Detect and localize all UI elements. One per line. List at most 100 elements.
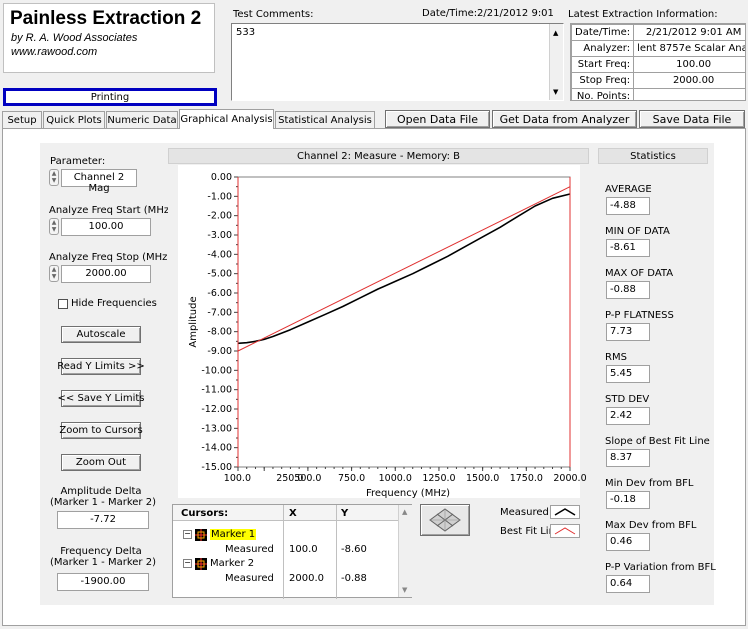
column-divider: [336, 505, 337, 599]
info-row: No. Points:: [571, 88, 745, 100]
test-comments-textarea[interactable]: 533 ▲ ▼: [231, 23, 564, 101]
y-tick-label: -13.00: [201, 423, 232, 434]
amplitude-delta-value: -7.72: [57, 511, 149, 529]
marker1-label[interactable]: Marker 1: [210, 529, 257, 540]
hide-frequencies-checkbox[interactable]: [58, 299, 68, 309]
freq-start-input[interactable]: 100.00: [61, 218, 151, 236]
y-tick-label: -15.00: [201, 462, 232, 473]
frequency-delta-label: Frequency Delta (Marker 1 - Marker 2): [50, 546, 156, 568]
stat-value: -0.18: [606, 491, 650, 509]
x-tick-label: 1000.0: [379, 473, 412, 484]
cursors-scrollbar[interactable]: ▲ ▼: [398, 505, 412, 597]
stat-value: -0.88: [606, 281, 650, 299]
freq-stop-label: Analyze Freq Stop (MHz): [49, 252, 172, 263]
datetime-value: 2/21/2012 9:01: [477, 8, 554, 19]
info-value: lent 8757e Scalar Analyz: [633, 40, 745, 57]
open-data-file-button[interactable]: Open Data File: [385, 110, 490, 128]
statistics-title: Statistics: [630, 150, 676, 162]
chart-title-bar: Channel 2: Measure - Memory: B: [168, 148, 589, 164]
hide-frequencies-label: Hide Frequencies: [71, 298, 157, 309]
cursor-move-button[interactable]: [420, 504, 470, 536]
scroll-down-icon[interactable]: ▼: [402, 586, 407, 594]
marker2-label[interactable]: Marker 2: [210, 558, 254, 569]
stat-label: STD DEV: [605, 394, 650, 405]
y-tick-label: -8.00: [207, 327, 232, 338]
save-data-file-button[interactable]: Save Data File: [639, 110, 745, 128]
measured1-label: Measured: [225, 544, 274, 555]
x-tick-label: 1500.0: [466, 473, 499, 484]
stat-label: RMS: [605, 352, 627, 363]
y-tick-label: -2.00: [207, 211, 232, 222]
y-tick-label: -4.00: [207, 249, 232, 260]
stat-label: MAX OF DATA: [605, 268, 674, 279]
info-label: Date/Time:: [571, 24, 635, 41]
freq-stop-spinner[interactable]: ▲ ▼: [49, 265, 59, 282]
legend-bestfit-swatch: [550, 524, 580, 538]
column-divider: [283, 505, 284, 599]
y-tick-label: -9.00: [207, 346, 232, 357]
info-row: Stop Freq: 2000.00: [571, 72, 745, 89]
parameter-spinner[interactable]: ▲ ▼: [49, 169, 59, 186]
scroll-up-icon[interactable]: ▲: [402, 508, 407, 516]
zoom-out-button[interactable]: Zoom Out: [61, 454, 141, 471]
info-label: No. Points:: [571, 88, 635, 100]
stat-label: Slope of Best Fit Line: [605, 436, 710, 447]
status-text: Printing: [90, 91, 130, 103]
scroll-down-icon[interactable]: ▼: [553, 88, 558, 96]
app-byline: by R. A. Wood Associates: [11, 32, 138, 44]
x-tick-label: 1250.0: [422, 473, 455, 484]
stat-label: Min Dev from BFL: [605, 478, 694, 489]
stat-value: 5.45: [606, 365, 650, 383]
freq-start-spinner[interactable]: ▲ ▼: [49, 218, 59, 235]
logo-panel: Painless Extraction 2 by R. A. Wood Asso…: [3, 3, 215, 73]
stat-value: 0.46: [606, 533, 650, 551]
x-tick-label: 1750.0: [510, 473, 543, 484]
x-tick-label: 2000.0: [553, 473, 586, 484]
y-tick-label: -11.00: [201, 385, 232, 396]
tab-numeric-data[interactable]: Numeric Data: [106, 111, 178, 128]
parameter-select[interactable]: Channel 2 Mag: [61, 169, 137, 194]
y-tick-label: -10.00: [201, 365, 232, 376]
stat-label: AVERAGE: [605, 184, 652, 195]
y-tick-label: 0.00: [211, 172, 232, 183]
legend-measured-label: Measured: [500, 507, 549, 518]
stat-value: 2.42: [606, 407, 650, 425]
collapse-marker1-icon[interactable]: −: [183, 530, 192, 539]
freq-stop-input[interactable]: 2000.00: [61, 265, 151, 283]
stat-value: -8.61: [606, 239, 650, 257]
y-tick-label: -7.00: [207, 307, 232, 318]
chart-ylabel: Amplitude: [188, 296, 199, 347]
tab-setup[interactable]: Setup: [2, 111, 42, 128]
freq-start-label: Analyze Freq Start (MHz): [49, 205, 173, 216]
save-y-limits-button[interactable]: << Save Y Limits: [58, 390, 144, 407]
info-label: Stop Freq:: [571, 72, 635, 89]
app-title: Painless Extraction 2: [10, 8, 202, 29]
info-label: Analyzer:: [571, 40, 635, 57]
stat-value: 7.73: [606, 323, 650, 341]
frequency-delta-value: -1900.00: [57, 573, 149, 591]
latest-info-title: Latest Extraction Information:: [568, 9, 718, 20]
read-y-limits-button[interactable]: Read Y Limits >>: [57, 358, 145, 375]
y-tick-label: -14.00: [201, 443, 232, 454]
info-value: 2/21/2012 9:01 AM: [633, 24, 745, 41]
amplitude-delta-label-1: Amplitude Delta: [60, 486, 142, 497]
test-comments-label: Test Comments:: [233, 9, 314, 20]
get-data-from-analyzer-button[interactable]: Get Data from Analyzer: [492, 110, 637, 128]
scroll-up-icon[interactable]: ▲: [553, 29, 558, 37]
amplitude-chart[interactable]: 0.00 -1.00 -2.00 -3.00 -4.00 -5.00 -6.00 -7.00 -…: [168, 165, 589, 500]
zoom-to-cursors-button[interactable]: Zoom to Cursors: [59, 422, 143, 439]
measured2-x: 2000.0: [289, 573, 324, 584]
y-tick-label: -1.00: [207, 191, 232, 202]
parameter-label: Parameter:: [50, 156, 106, 167]
autoscale-button[interactable]: Autoscale: [61, 326, 141, 343]
cursors-header-name: Cursors:: [181, 508, 229, 519]
cursors-header-x: X: [289, 508, 297, 519]
tab-graphical-analysis[interactable]: Graphical Analysis: [179, 109, 274, 129]
tab-statistical-analysis[interactable]: Statistical Analysis: [275, 111, 375, 128]
stat-value: -4.88: [606, 197, 650, 215]
tab-quick-plots[interactable]: Quick Plots: [43, 111, 105, 128]
amplitude-delta-label-2: (Marker 1 - Marker 2): [50, 497, 156, 508]
cursor-move-icon: [429, 508, 461, 532]
collapse-marker2-icon[interactable]: −: [183, 559, 192, 568]
comments-scrollbar[interactable]: ▲ ▼: [549, 24, 563, 100]
